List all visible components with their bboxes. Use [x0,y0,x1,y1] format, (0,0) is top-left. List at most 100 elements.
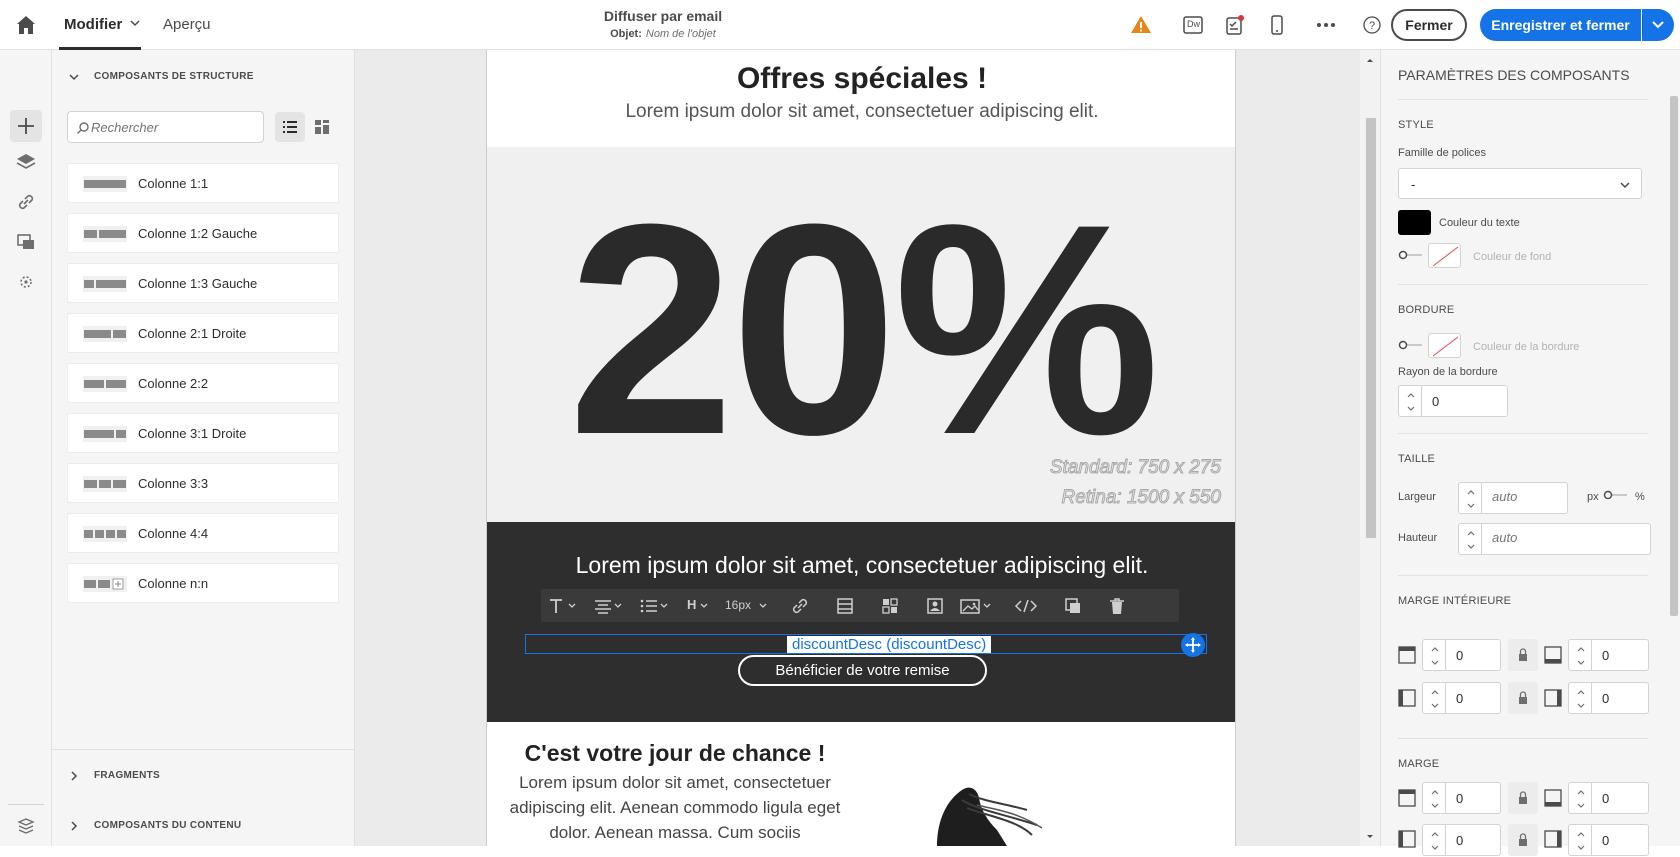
text-style-icon[interactable] [547,596,581,616]
scroll-thumb[interactable] [1366,118,1376,538]
image-icon[interactable] [959,596,995,616]
personalization-icon[interactable] [14,270,38,294]
shoe-image[interactable] [907,780,1067,846]
component-column-2-1-right[interactable]: Colonne 2:1 Droite [67,313,339,353]
add-components-button[interactable] [10,110,42,142]
margin-left-input[interactable]: 0 [1446,824,1501,856]
bg-color-swatch[interactable] [1428,243,1461,268]
lock-icon[interactable] [1508,682,1538,714]
delete-icon[interactable] [1107,596,1127,616]
selected-personalization-field[interactable]: discountDesc (discountDesc) [787,636,992,653]
hero-subtitle[interactable]: Lorem ipsum dolor sit amet, consectetuer… [487,101,1235,123]
unit-toggle[interactable] [1603,490,1629,500]
chevron-down-icon[interactable] [758,596,770,616]
align-icon[interactable] [593,596,627,616]
content-components-header[interactable]: COMPOSANTS DU CONTENU [94,820,241,831]
chevron-right-icon[interactable] [68,770,80,782]
tab-preview[interactable]: Aperçu [163,16,211,33]
content-stack-icon[interactable] [14,814,38,838]
padding-right-input[interactable]: 0 [1592,682,1649,714]
scroll-up-icon[interactable] [1360,54,1380,66]
tab-edit[interactable]: Modifier [64,16,122,33]
padding-left-input[interactable]: 0 [1446,682,1501,714]
settings-scrollbar[interactable] [1670,96,1678,616]
layout-icon[interactable] [835,596,855,616]
checklist-icon[interactable] [1223,13,1247,37]
font-family-select[interactable]: - [1398,168,1642,199]
hero-title[interactable]: Offres spéciales ! [487,62,1235,96]
padding-left-stepper[interactable] [1422,682,1446,714]
dark-block-text[interactable]: Lorem ipsum dolor sit amet, consectetuer… [487,552,1235,579]
padding-right-stepper[interactable] [1568,682,1592,714]
component-column-1-1[interactable]: Colonne 1:1 [67,163,339,203]
grid-view-button[interactable] [307,112,337,142]
padding-bottom-stepper[interactable] [1568,639,1592,671]
margin-right-stepper[interactable] [1568,824,1592,856]
canvas-scrollbar[interactable] [1360,50,1380,846]
font-size-select[interactable]: 16px [725,598,751,618]
bg-color-toggle[interactable] [1398,250,1424,260]
margin-left-stepper[interactable] [1422,824,1446,856]
image-placeholder[interactable]: 20% Standard: 750 x 275 Retina: 1500 x 5… [487,147,1235,522]
close-button[interactable]: Fermer [1391,9,1467,41]
lock-icon[interactable] [1508,782,1538,814]
more-icon[interactable] [1314,13,1338,37]
height-stepper[interactable] [1458,523,1482,555]
padding-bottom-input[interactable]: 0 [1592,639,1649,671]
height-field[interactable] [1482,523,1651,555]
structure-icon[interactable] [880,596,900,616]
lucky-title[interactable]: C'est votre jour de chance ! [487,740,863,767]
lock-icon[interactable] [1508,824,1538,856]
component-column-2-2[interactable]: Colonne 2:2 [67,363,339,403]
subject-line[interactable]: Objet: Nom de l'objet [560,28,766,40]
component-column-4-4[interactable]: Colonne 4:4 [67,513,339,553]
chevron-down-icon[interactable] [699,596,711,616]
heading-button[interactable]: H [687,597,696,617]
chevron-down-icon[interactable] [68,71,80,83]
margin-bottom-input[interactable]: 0 [1592,782,1649,814]
code-icon[interactable] [1014,596,1038,616]
padding-top-input[interactable]: 0 [1446,639,1501,671]
lucky-body-text[interactable]: Lorem ipsum dolor sit amet, consectetuer… [507,770,843,845]
fragments-header[interactable]: FRAGMENTS [94,770,160,781]
selected-text-block[interactable]: discountDesc (discountDesc) [525,634,1207,654]
margin-bottom-stepper[interactable] [1568,782,1592,814]
border-radius-stepper[interactable] [1398,385,1422,417]
chevron-down-icon[interactable] [129,17,141,29]
border-radius-input[interactable]: 0 [1422,385,1508,417]
component-column-1-3-left[interactable]: Colonne 1:3 Gauche [67,263,339,303]
home-icon[interactable] [14,13,38,37]
save-menu-button[interactable] [1642,9,1674,41]
component-search[interactable] [67,111,264,143]
lock-icon[interactable] [1508,639,1538,671]
width-stepper[interactable] [1458,482,1482,514]
dark-content-block[interactable]: Lorem ipsum dolor sit amet, consectetuer… [487,522,1235,722]
width-field[interactable] [1482,482,1568,514]
image-frame-icon[interactable] [925,596,945,616]
cta-button[interactable]: Bénéficier de votre remise [738,655,987,686]
text-color-swatch[interactable] [1398,210,1431,235]
height-input[interactable] [1492,530,1593,545]
padding-top-stepper[interactable] [1422,639,1446,671]
border-color-swatch[interactable] [1428,333,1461,358]
structure-components-header[interactable]: COMPOSANTS DE STRUCTURE [94,71,254,82]
margin-top-input[interactable]: 0 [1446,782,1501,814]
assets-icon[interactable] [14,230,38,254]
layers-icon[interactable] [14,150,38,174]
link-icon[interactable] [14,190,38,214]
link-icon[interactable] [790,596,810,616]
component-column-1-2-left[interactable]: Colonne 1:2 Gauche [67,213,339,253]
search-input[interactable] [91,120,251,135]
help-icon[interactable]: ? [1360,13,1384,37]
margin-right-input[interactable]: 0 [1592,824,1649,856]
chevron-right-icon[interactable] [68,820,80,832]
move-handle-icon[interactable] [1181,633,1205,657]
duplicate-icon[interactable] [1063,596,1083,616]
scroll-down-icon[interactable] [1360,830,1380,842]
component-column-3-3[interactable]: Colonne 3:3 [67,463,339,503]
list-view-button[interactable] [275,112,305,142]
dreamweaver-icon[interactable]: Dw [1181,13,1205,37]
warning-icon[interactable] [1129,13,1153,37]
component-column-3-1-right[interactable]: Colonne 3:1 Droite [67,413,339,453]
list-icon[interactable] [639,596,673,616]
